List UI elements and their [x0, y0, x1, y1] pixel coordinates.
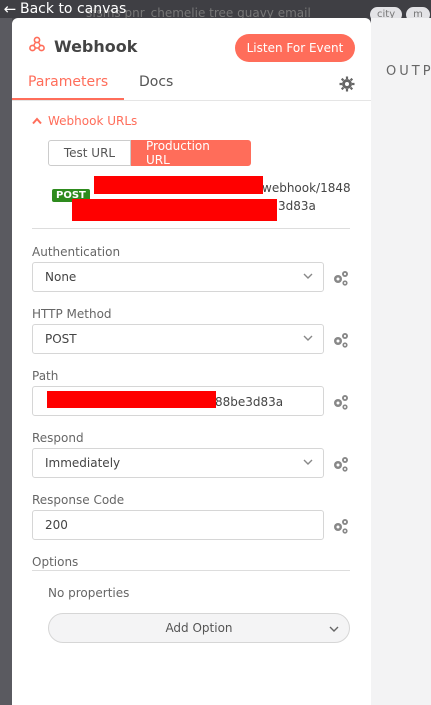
response-code-label: Response Code — [32, 493, 125, 507]
url-type-toggle: Test URL Production URL — [48, 139, 251, 167]
chevron-down-icon — [303, 459, 313, 465]
http-method-value: POST — [45, 332, 77, 346]
gear-icon[interactable] — [339, 76, 355, 92]
output-label: OUTP — [386, 64, 431, 79]
canvas-left-strip — [0, 18, 12, 705]
authentication-value: None — [45, 270, 77, 284]
respond-label: Respond — [32, 431, 84, 445]
response-code-input[interactable]: 200 — [32, 510, 324, 540]
path-value: 88be3d83a — [215, 395, 284, 409]
parameter-options-gears-icon[interactable] — [332, 331, 350, 349]
add-option-label: Add Option — [165, 621, 233, 635]
parameter-options-gears-icon[interactable] — [332, 455, 350, 473]
panel-header: Webhook Listen For Event — [12, 18, 371, 74]
options-label: Options — [32, 555, 79, 569]
back-arrow-icon: ← — [3, 0, 17, 18]
tab-parameters[interactable]: Parameters — [28, 74, 108, 90]
response-code-value: 200 — [45, 518, 68, 532]
divider — [32, 570, 350, 571]
production-url-button[interactable]: Production URL — [131, 139, 251, 167]
chevron-down-icon — [329, 626, 339, 632]
chevron-down-icon — [303, 335, 313, 341]
redaction-bar — [72, 199, 277, 221]
authentication-select[interactable]: None — [32, 262, 324, 292]
node-title: Webhook — [54, 37, 138, 56]
http-method-select[interactable]: POST — [32, 324, 324, 354]
path-label: Path — [32, 369, 59, 383]
webhook-icon — [29, 36, 45, 52]
active-tab-indicator — [12, 98, 124, 100]
back-to-canvas-label: Back to canvas — [20, 1, 127, 17]
chevron-down-icon — [303, 273, 313, 279]
authentication-label: Authentication — [32, 245, 121, 259]
webhook-url-text[interactable]: 3d83a — [278, 199, 316, 213]
parameter-options-gears-icon[interactable] — [332, 517, 350, 535]
respond-select[interactable]: Immediately — [32, 448, 324, 478]
redaction-bar — [47, 391, 216, 408]
webhook-urls-toggle[interactable]: Webhook URLs — [32, 114, 137, 128]
node-parameters-panel: Webhook Listen For Event Parameters Docs… — [12, 18, 371, 705]
parameter-options-gears-icon[interactable] — [332, 269, 350, 287]
parameter-options-gears-icon[interactable] — [332, 393, 350, 411]
back-to-canvas-button[interactable]: ← Back to canvas — [0, 0, 127, 18]
webhook-urls-label: Webhook URLs — [48, 114, 138, 128]
tab-docs[interactable]: Docs — [139, 74, 173, 90]
http-method-label: HTTP Method — [32, 307, 112, 321]
divider — [32, 228, 350, 229]
test-url-button[interactable]: Test URL — [48, 140, 131, 166]
output-pane — [371, 18, 431, 705]
webhook-url-text[interactable]: webhook/1848 — [262, 181, 351, 195]
no-properties-text: No properties — [48, 586, 130, 600]
listen-for-event-button[interactable]: Listen For Event — [235, 34, 355, 62]
tab-bar: Parameters Docs — [12, 70, 371, 101]
add-option-button[interactable]: Add Option — [48, 613, 350, 643]
chevron-up-icon — [32, 117, 42, 125]
redaction-bar — [94, 176, 263, 194]
respond-value: Immediately — [45, 456, 121, 470]
